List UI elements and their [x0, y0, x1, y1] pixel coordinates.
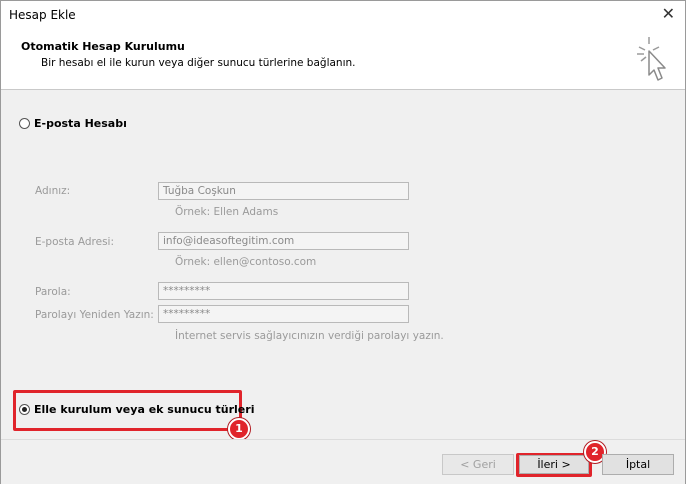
title-bar: Hesap Ekle ✕: [1, 1, 685, 31]
email-field[interactable]: info@ideasoftegitim.com: [158, 232, 409, 250]
header-title: Otomatik Hesap Kurulumu: [21, 40, 185, 53]
wizard-header: Otomatik Hesap Kurulumu Bir hesabı el il…: [1, 31, 685, 90]
wizard-footer: < Geri İleri > 2 İptal: [1, 439, 685, 484]
window-title: Hesap Ekle: [9, 8, 76, 22]
name-hint: Örnek: Ellen Adams: [175, 206, 279, 218]
next-button[interactable]: İleri >: [519, 455, 589, 474]
name-label: Adınız:: [35, 185, 71, 197]
wizard-cursor-icon: [637, 37, 666, 81]
manual-setup-radio[interactable]: [19, 404, 30, 415]
password-confirm-field[interactable]: *********: [158, 305, 409, 323]
manual-setup-label[interactable]: Elle kurulum veya ek sunucu türleri: [34, 403, 254, 416]
name-field[interactable]: Tuğba Coşkun: [158, 182, 409, 200]
add-account-dialog: Hesap Ekle ✕ Otomatik Hesap Kurulumu Bir…: [0, 0, 686, 484]
email-account-label[interactable]: E-posta Hesabı: [34, 117, 127, 130]
password-field[interactable]: *********: [158, 282, 409, 300]
password-hint: İnternet servis sağlayıcınızın verdiği p…: [175, 330, 444, 342]
wizard-body: E-posta Hesabı Adınız: Tuğba Coşkun Örne…: [1, 90, 685, 440]
email-label: E-posta Adresi:: [35, 236, 115, 248]
password-confirm-label: Parolayı Yeniden Yazın:: [35, 309, 154, 321]
password-label: Parola:: [35, 286, 71, 298]
email-hint: Örnek: ellen@contoso.com: [175, 256, 317, 268]
step-1-badge: 1: [228, 418, 250, 440]
header-subtitle: Bir hesabı el ile kurun veya diğer sunuc…: [41, 57, 356, 69]
close-icon[interactable]: ✕: [662, 6, 675, 22]
back-button[interactable]: < Geri: [442, 454, 514, 475]
email-account-radio[interactable]: [19, 118, 30, 129]
cancel-button[interactable]: İptal: [602, 454, 674, 475]
